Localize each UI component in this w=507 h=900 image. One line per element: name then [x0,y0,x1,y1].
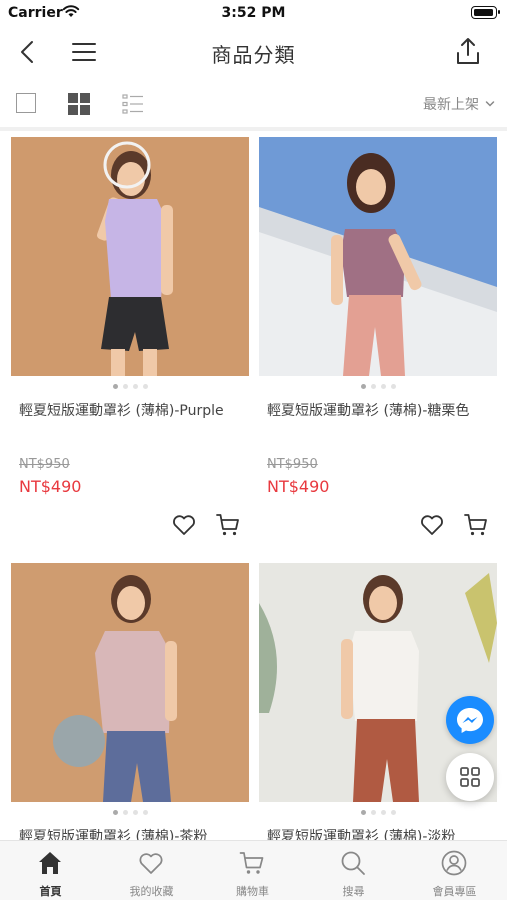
bottom-tab-bar: 首頁 我的收藏 購物車 搜尋 會員專區 [0,840,507,900]
sale-price: NT$490 [267,477,330,496]
tab-label: 會員專區 [432,885,477,898]
image-pager-dots [11,384,249,389]
cart-icon [239,852,264,874]
status-bar: Carrier 3:52 PM [0,0,507,28]
tab-label: 購物車 [236,885,269,898]
list-view-icon[interactable] [122,94,144,114]
heart-icon [139,853,163,874]
clock: 3:52 PM [221,5,286,21]
original-price: NT$950 [19,457,70,472]
single-view-icon[interactable] [16,93,36,113]
product-image[interactable] [11,137,249,376]
original-price: NT$950 [267,457,318,472]
grid-view-icon[interactable] [68,93,90,115]
image-pager-dots [259,384,497,389]
product-name[interactable]: 輕夏短版運動罩衫 (薄棉)-Purple [19,401,241,421]
image-pager-dots [11,810,249,815]
view-toolbar: 最新上架 [0,80,507,124]
add-to-cart-icon[interactable] [215,512,241,538]
home-icon [39,852,61,874]
sale-price: NT$490 [19,477,82,496]
product-name[interactable]: 輕夏短版運動罩衫 (薄棉)-糖栗色 [267,401,489,421]
tab-search[interactable]: 搜尋 [303,841,404,900]
tab-cart[interactable]: 購物車 [202,841,303,900]
chevron-down-icon [485,101,495,107]
tab-home[interactable]: 首頁 [0,841,101,900]
messenger-icon [457,708,483,733]
sort-dropdown[interactable]: 最新上架 [423,94,495,114]
page-title: 商品分類 [211,43,296,67]
tab-label: 我的收藏 [129,885,174,898]
more-apps-button[interactable] [446,753,494,801]
user-icon [441,850,467,876]
product-image[interactable] [259,137,497,376]
tab-member[interactable]: 會員專區 [404,841,505,900]
nav-bar: 商品分類 [0,28,507,76]
sort-label: 最新上架 [423,97,479,113]
divider [0,127,507,131]
tab-label: 首頁 [39,885,62,898]
battery-icon [471,6,500,19]
favorite-heart-icon[interactable] [419,512,445,538]
messenger-chat-button[interactable] [446,696,494,744]
apps-grid-icon [460,767,480,787]
tab-favorites[interactable]: 我的收藏 [101,841,202,900]
product-image[interactable] [11,563,249,802]
share-icon[interactable] [453,36,483,66]
favorite-heart-icon[interactable] [171,512,197,538]
search-icon [341,851,365,875]
tab-label: 搜尋 [342,885,365,898]
image-pager-dots [259,810,497,815]
add-to-cart-icon[interactable] [463,512,489,538]
